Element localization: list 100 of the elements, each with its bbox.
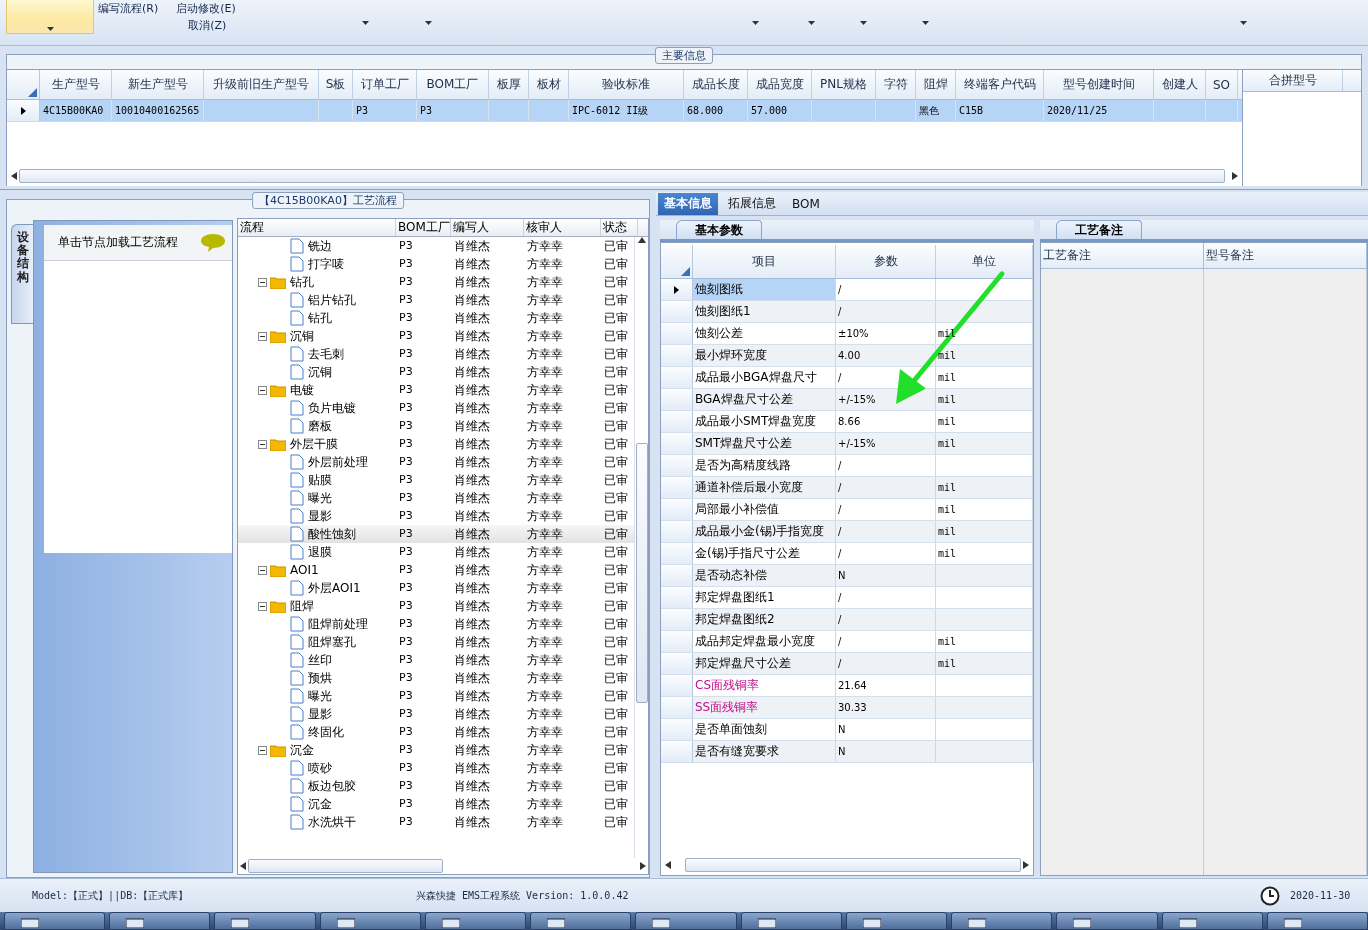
- caret-icon[interactable]: [425, 21, 432, 25]
- collapse-icon[interactable]: [258, 601, 267, 611]
- column-header[interactable]: 编写人: [451, 219, 524, 236]
- collapse-icon[interactable]: [258, 385, 267, 395]
- tree-row[interactable]: 打字唛 P3 肖维杰 方幸幸 已审: [238, 255, 634, 273]
- taskbar-button[interactable]: [530, 912, 632, 930]
- tree-row[interactable]: 外层AOI1 P3 肖维杰 方幸幸 已审: [238, 579, 634, 597]
- tree-row[interactable]: 退膜 P3 肖维杰 方幸幸 已审: [238, 543, 634, 561]
- scroll-right-icon[interactable]: [640, 862, 646, 870]
- tree-row[interactable]: 铝片钻孔 P3 肖维杰 方幸幸 已审: [238, 291, 634, 309]
- sub-tab[interactable]: 基本参数: [676, 220, 762, 239]
- tree-row[interactable]: 预烘 P3 肖维杰 方幸幸 已审: [238, 669, 634, 687]
- tree-row[interactable]: 酸性蚀刻 P3 肖维杰 方幸幸 已审: [238, 525, 634, 543]
- table-row[interactable]: 通道补偿后最小宽度 / mil: [661, 477, 1033, 499]
- tree-row[interactable]: 贴膜 P3 肖维杰 方幸幸 已审: [238, 471, 634, 489]
- scroll-left-icon[interactable]: [665, 861, 671, 869]
- tab[interactable]: 基本信息: [658, 192, 718, 215]
- taskbar-button[interactable]: [845, 912, 948, 930]
- table-row[interactable]: 是否为高精度线路 /: [661, 455, 1033, 477]
- tree-row[interactable]: AOI1 P3 肖维杰 方幸幸 已审: [238, 561, 634, 579]
- table-row[interactable]: 4C15B00KA0 10010400162565 P3 P3 IPC-6012 II级 68.000 57.000 黑色 C15B 2020/11/25: [7, 100, 1242, 122]
- column-header[interactable]: 升级前旧生产型号: [204, 70, 319, 99]
- table-row[interactable]: SMT焊盘尺寸公差 +/-15% mil: [661, 433, 1033, 455]
- taskbar-button[interactable]: [740, 912, 842, 930]
- taskbar-button[interactable]: [4, 912, 106, 930]
- tab[interactable]: 拓展信息: [722, 192, 782, 215]
- collapse-icon[interactable]: [258, 439, 267, 449]
- caret-icon[interactable]: [808, 21, 815, 25]
- table-row[interactable]: SS面残铜率 30.33: [661, 697, 1033, 719]
- tree-row[interactable]: 水洗烘干 P3 肖维杰 方幸幸 已审: [238, 813, 634, 831]
- caret-icon[interactable]: [860, 21, 867, 25]
- taskbar-button[interactable]: [214, 912, 316, 930]
- table-row[interactable]: 是否有缝宽要求 N: [661, 741, 1033, 763]
- tree-row[interactable]: 沉铜 P3 肖维杰 方幸幸 已审: [238, 363, 634, 381]
- taskbar-button[interactable]: [1056, 912, 1158, 930]
- scroll-right-icon[interactable]: [1232, 172, 1238, 180]
- collapse-icon[interactable]: [258, 277, 267, 287]
- tree-row[interactable]: 去毛刺 P3 肖维杰 方幸幸 已审: [238, 345, 634, 363]
- table-row[interactable]: 是否单面蚀刻 N: [661, 719, 1033, 741]
- tree-row[interactable]: 沉铜 P3 肖维杰 方幸幸 已审: [238, 327, 634, 345]
- table-row[interactable]: 成品最小金(锡)手指宽度 / mil: [661, 521, 1033, 543]
- tree-row[interactable]: 磨板 P3 肖维杰 方幸幸 已审: [238, 417, 634, 435]
- table-row[interactable]: 邦定焊盘图纸1 /: [661, 587, 1033, 609]
- column-header[interactable]: 阻焊: [916, 70, 956, 99]
- ribbon-command[interactable]: 取消(Z): [176, 17, 236, 34]
- column-header[interactable]: 单位: [936, 245, 1033, 278]
- table-row[interactable]: 成品最小SMT焊盘宽度 8.66 mil: [661, 411, 1033, 433]
- tab[interactable]: BOM: [786, 192, 826, 215]
- tree-row[interactable]: 沉金 P3 肖维杰 方幸幸 已审: [238, 795, 634, 813]
- table-row[interactable]: 成品最小BGA焊盘尺寸 / mil: [661, 367, 1033, 389]
- ribbon-command[interactable]: 启动修改(E): [176, 0, 236, 17]
- tree-row[interactable]: 终固化 P3 肖维杰 方幸幸 已审: [238, 723, 634, 741]
- collapse-icon[interactable]: [258, 745, 267, 755]
- tree-row[interactable]: 负片电镀 P3 肖维杰 方幸幸 已审: [238, 399, 634, 417]
- column-header[interactable]: 板厚: [489, 70, 529, 99]
- column-header[interactable]: PNL规格: [812, 70, 876, 99]
- table-row[interactable]: 邦定焊盘尺寸公差 / mil: [661, 653, 1033, 675]
- table-row[interactable]: 蚀刻图纸1 /: [661, 301, 1033, 323]
- tree-row[interactable]: 沉金 P3 肖维杰 方幸幸 已审: [238, 741, 634, 759]
- column-header[interactable]: BOM工厂: [396, 219, 451, 236]
- taskbar-button[interactable]: [319, 912, 421, 930]
- column-header[interactable]: S板: [319, 70, 353, 99]
- collapse-icon[interactable]: [258, 331, 267, 341]
- tree-row[interactable]: 显影 P3 肖维杰 方幸幸 已审: [238, 705, 634, 723]
- tree-row[interactable]: 钻孔 P3 肖维杰 方幸幸 已审: [238, 273, 634, 291]
- sub-tab[interactable]: 工艺备注: [1056, 220, 1142, 239]
- tree-row[interactable]: 铣边 P3 肖维杰 方幸幸 已审: [238, 237, 634, 255]
- table-row[interactable]: 最小焊环宽度 4.00 mil: [661, 345, 1033, 367]
- column-header[interactable]: 项目: [693, 245, 836, 278]
- table-row[interactable]: CS面残铜率 21.64: [661, 675, 1033, 697]
- table-row[interactable]: BGA焊盘尺寸公差 +/-15% mil: [661, 389, 1033, 411]
- column-header[interactable]: 核审人: [524, 219, 601, 236]
- taskbar-button[interactable]: [635, 912, 737, 930]
- collapse-icon[interactable]: [258, 565, 267, 575]
- tree-row[interactable]: 电镀 P3 肖维杰 方幸幸 已审: [238, 381, 634, 399]
- tree-row[interactable]: 曝光 P3 肖维杰 方幸幸 已审: [238, 687, 634, 705]
- column-header[interactable]: SO: [1206, 70, 1238, 99]
- tree-row[interactable]: 曝光 P3 肖维杰 方幸幸 已审: [238, 489, 634, 507]
- column-header[interactable]: 成品宽度: [748, 70, 812, 99]
- table-row[interactable]: 是否动态补偿 N: [661, 565, 1033, 587]
- table-row[interactable]: 蚀刻图纸 /: [661, 279, 1033, 301]
- column-header[interactable]: 创建人: [1154, 70, 1206, 99]
- column-header[interactable]: 验收标准: [569, 70, 684, 99]
- caret-icon[interactable]: [752, 21, 759, 25]
- column-header[interactable]: 订单工厂: [353, 70, 417, 99]
- tree-row[interactable]: 喷砂 P3 肖维杰 方幸幸 已审: [238, 759, 634, 777]
- tree-row[interactable]: 阻焊前处理 P3 肖维杰 方幸幸 已审: [238, 615, 634, 633]
- column-header[interactable]: 成品长度: [684, 70, 748, 99]
- caret-icon[interactable]: [362, 21, 369, 25]
- column-header[interactable]: 终端客户代码: [956, 70, 1044, 99]
- caret-icon[interactable]: [1240, 21, 1247, 25]
- caret-icon[interactable]: [922, 21, 929, 25]
- table-row[interactable]: 局部最小补偿值 / mil: [661, 499, 1033, 521]
- taskbar-button[interactable]: [424, 912, 527, 930]
- tree-row[interactable]: 外层前处理 P3 肖维杰 方幸幸 已审: [238, 453, 634, 471]
- tree-row[interactable]: 阻焊 P3 肖维杰 方幸幸 已审: [238, 597, 634, 615]
- horizontal-scrollbar[interactable]: [11, 168, 1238, 184]
- taskbar-button[interactable]: [1266, 912, 1368, 930]
- scroll-right-icon[interactable]: [1023, 861, 1029, 869]
- column-header[interactable]: 参数: [836, 245, 936, 278]
